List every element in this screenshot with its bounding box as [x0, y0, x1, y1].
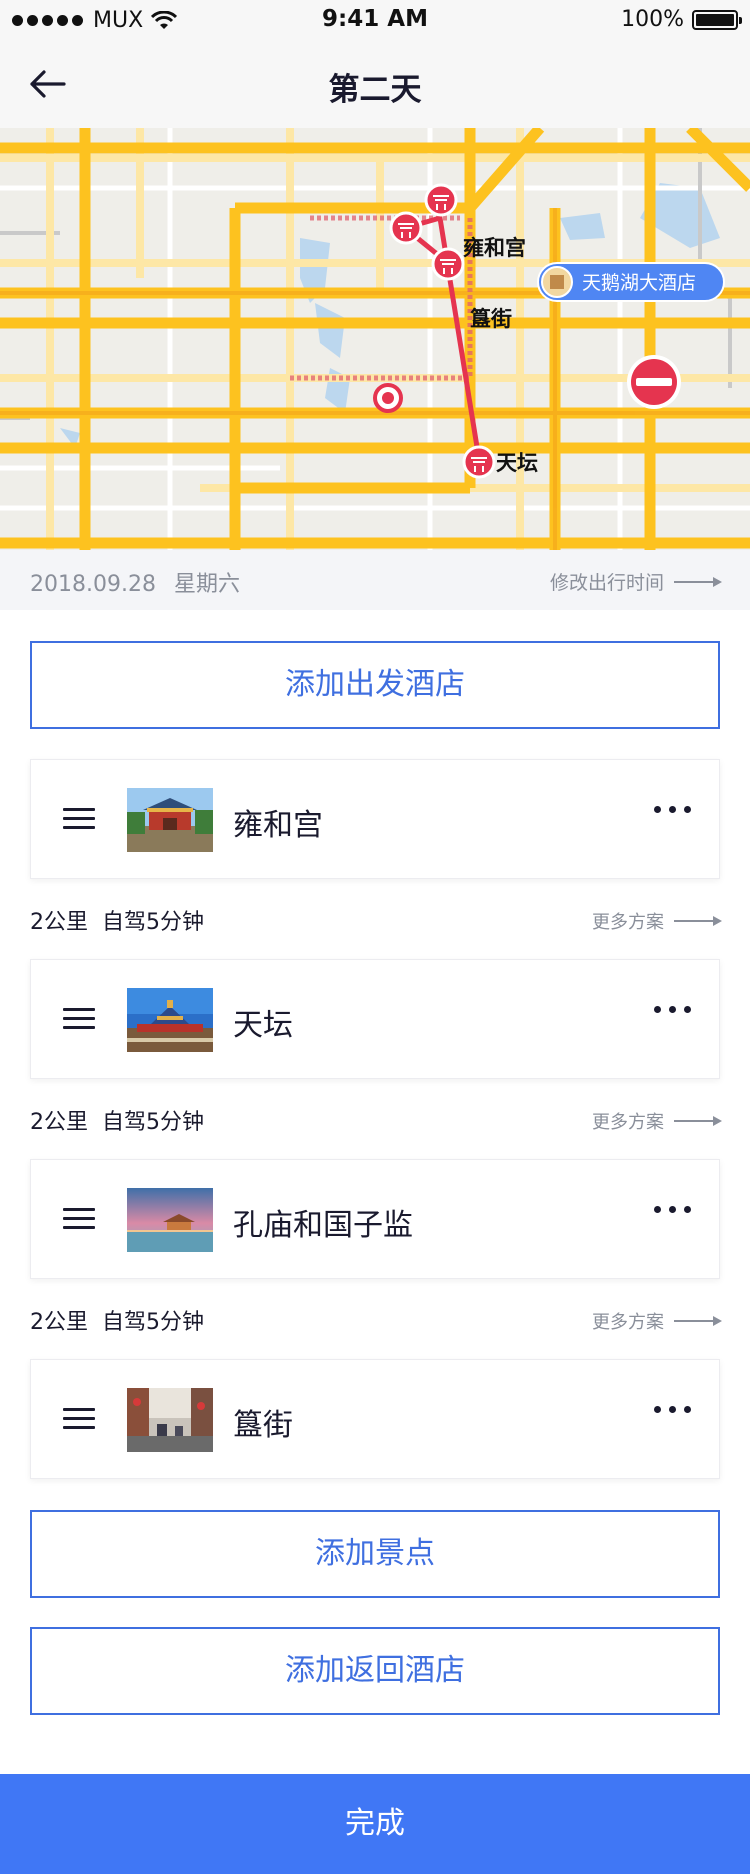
map-hotel-label: 天鹅湖大酒店: [582, 272, 696, 294]
spot-card[interactable]: 孔庙和国子监: [30, 1159, 720, 1279]
more-plans-link[interactable]: 更多方案: [592, 908, 722, 934]
more-options-button[interactable]: [654, 1006, 691, 1013]
more-plans-link[interactable]: 更多方案: [592, 1108, 722, 1134]
route-info: 2公里 自驾5分钟: [30, 1304, 204, 1336]
modify-time-label: 修改出行时间: [549, 572, 664, 594]
no-entry-icon: [627, 355, 681, 409]
more-options-button[interactable]: [654, 1406, 691, 1413]
nav-bar: 第二天: [0, 40, 750, 128]
map-marker-kongmiao[interactable]: [389, 211, 423, 245]
add-departure-hotel-button[interactable]: 添加出发酒店: [30, 641, 720, 729]
map-marker-guijie[interactable]: [431, 247, 465, 281]
spot-thumbnail: [127, 988, 213, 1052]
route-info-row: 2公里 自驾5分钟 更多方案: [0, 900, 750, 940]
route-info-row: 2公里 自驾5分钟 更多方案: [0, 1100, 750, 1140]
page-title: 第二天: [328, 72, 422, 108]
done-button[interactable]: 完成: [0, 1774, 750, 1874]
route-info: 2公里 自驾5分钟: [30, 1104, 204, 1136]
more-plans-label: 更多方案: [592, 912, 664, 933]
map-hotel-marker[interactable]: 天鹅湖大酒店: [537, 262, 725, 302]
date-row: 2018.09.28 星期六 修改出行时间: [0, 550, 750, 610]
map-label-guijie: 簋街: [470, 307, 512, 331]
spot-name: 雍和宫: [233, 808, 323, 843]
map-label-yonghegong: 雍和宫: [463, 236, 526, 260]
add-return-hotel-button[interactable]: 添加返回酒店: [30, 1627, 720, 1715]
spot-card[interactable]: 天坛: [30, 959, 720, 1079]
map-canvas[interactable]: 雍和宫 簋街 天坛 天鹅湖大酒店: [0, 128, 750, 550]
route-distance: 2公里: [30, 1310, 88, 1335]
route-map[interactable]: 雍和宫 簋街 天坛 天鹅湖大酒店: [0, 128, 750, 550]
spot-name: 天坛: [233, 1008, 293, 1043]
drag-handle-icon[interactable]: [63, 808, 95, 832]
spot-thumbnail: [127, 1188, 213, 1252]
battery-percent: 100%: [621, 7, 684, 32]
battery-area: 100%: [621, 7, 742, 32]
add-spot-button[interactable]: 添加景点: [30, 1510, 720, 1598]
route-distance: 2公里: [30, 1110, 88, 1135]
spot-name: 孔庙和国子监: [233, 1208, 413, 1243]
route-mode: 自驾5分钟: [102, 910, 204, 935]
more-plans-label: 更多方案: [592, 1312, 664, 1333]
trip-date: 2018.09.28 星期六: [30, 566, 240, 598]
more-plans-link[interactable]: 更多方案: [592, 1308, 722, 1334]
drag-handle-icon[interactable]: [63, 1008, 95, 1032]
route-info-row: 2公里 自驾5分钟 更多方案: [0, 1300, 750, 1340]
more-plans-label: 更多方案: [592, 1112, 664, 1133]
drag-handle-icon[interactable]: [63, 1208, 95, 1232]
spot-thumbnail: [127, 1388, 213, 1452]
map-marker-yonghegong[interactable]: [424, 183, 458, 217]
arrow-right-icon: [674, 1115, 722, 1127]
route-distance: 2公里: [30, 910, 88, 935]
status-bar: MUX 9:41 AM 100%: [0, 0, 750, 40]
spot-card[interactable]: 雍和宫: [30, 759, 720, 879]
arrow-right-icon: [674, 576, 722, 588]
trip-date-value: 2018.09.28: [30, 572, 156, 597]
more-options-button[interactable]: [654, 806, 691, 813]
map-marker-tiantan[interactable]: [462, 445, 496, 479]
route-mode: 自驾5分钟: [102, 1310, 204, 1335]
arrow-right-icon: [674, 1315, 722, 1327]
route-info: 2公里 自驾5分钟: [30, 904, 204, 936]
spot-card[interactable]: 簋街: [30, 1359, 720, 1479]
drag-handle-icon[interactable]: [63, 1408, 95, 1432]
route-mode: 自驾5分钟: [102, 1110, 204, 1135]
spot-thumbnail: [127, 788, 213, 852]
modify-time-link[interactable]: 修改出行时间: [550, 568, 722, 595]
map-label-tiantan: 天坛: [496, 451, 538, 475]
battery-icon: [692, 9, 742, 30]
more-options-button[interactable]: [654, 1206, 691, 1213]
trip-weekday: 星期六: [173, 572, 240, 597]
arrow-right-icon: [674, 915, 722, 927]
spot-name: 簋街: [233, 1408, 293, 1443]
